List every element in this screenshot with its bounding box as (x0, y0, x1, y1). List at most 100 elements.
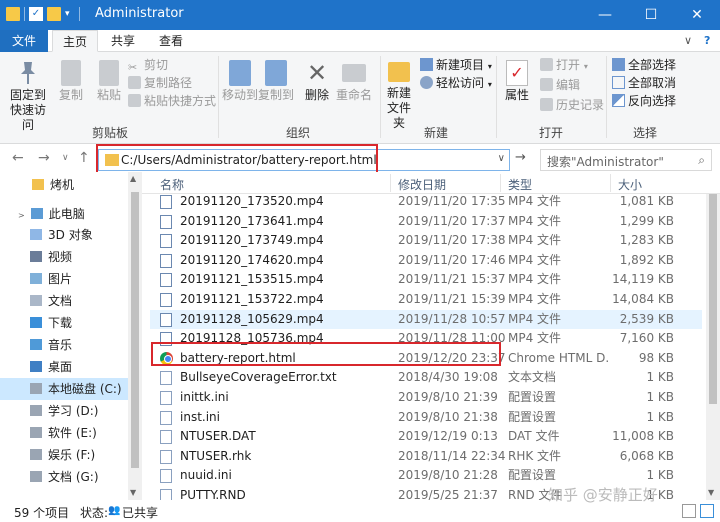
nav-item-desktop[interactable]: 桌面 (0, 356, 128, 378)
paste-button[interactable]: 粘贴 (94, 56, 124, 103)
nav-item-drive-d[interactable]: 学习 (D:) (0, 400, 128, 422)
nav-item-downloads[interactable]: 下载 (0, 312, 128, 334)
forward-arrow-icon[interactable]: → (38, 150, 50, 166)
invert-selection-button[interactable]: 反向选择 (612, 92, 676, 110)
scroll-down-icon[interactable]: ▼ (130, 488, 136, 497)
go-arrow-icon[interactable]: → (515, 150, 526, 165)
nav-label: 文档 (48, 294, 73, 308)
properties-check-icon[interactable]: ✓ (29, 7, 43, 21)
details-view-icon[interactable] (682, 504, 696, 518)
column-date[interactable]: 修改日期 (398, 176, 446, 193)
new-folder-button[interactable]: 新建 文件夹 (382, 56, 416, 131)
scroll-thumb[interactable] (709, 194, 717, 404)
file-list-scrollbar[interactable]: ▲ ▼ (706, 172, 720, 500)
video-icon (30, 251, 42, 262)
chevron-down-icon[interactable]: ∨ (498, 153, 505, 164)
history-button[interactable]: 历史记录 (540, 96, 604, 114)
file-row[interactable]: 20191120_173641.mp4 2019/11/20 17:37 MP4 文… (150, 212, 702, 232)
pin-label-1: 固定到 (9, 88, 46, 102)
maximize-button[interactable]: ☐ (628, 0, 674, 30)
move-to-button[interactable]: 移动到 (222, 56, 258, 103)
select-all-button[interactable]: 全部选择 (612, 56, 676, 74)
file-row[interactable]: 20191120_173749.mp4 2019/11/20 17:38 MP4 文… (150, 231, 702, 251)
history-label: 历史记录 (556, 98, 605, 112)
tab-home[interactable]: 主页 (52, 30, 98, 52)
file-row[interactable]: 20191121_153722.mp4 2019/11/21 15:39 MP4 文… (150, 290, 702, 310)
easy-access-button[interactable]: 轻松访问 ▾ (420, 74, 492, 92)
file-size: 1,299 KB (619, 213, 674, 228)
copy-to-button[interactable]: 复制到 (258, 56, 294, 103)
rename-button[interactable]: 重命名 (336, 56, 372, 103)
scroll-thumb[interactable] (131, 192, 139, 468)
file-row[interactable]: battery-report.html 2019/12/20 23:37 Chrom… (150, 349, 702, 369)
nav-item-drive-e[interactable]: 软件 (E:) (0, 422, 128, 444)
paste-shortcut-button[interactable]: 粘贴快捷方式 (128, 92, 216, 110)
file-row[interactable]: inittk.ini 2019/8/10 21:39 配置设置 1 KB (150, 388, 702, 408)
copy-path-button[interactable]: 复制路径 (128, 74, 192, 92)
help-icon[interactable]: ? (704, 34, 710, 47)
file-name: 20191121_153515.mp4 (180, 272, 324, 287)
up-arrow-icon[interactable]: ↑ (78, 150, 90, 166)
back-arrow-icon[interactable]: ← (12, 150, 24, 166)
address-path[interactable]: C:/Users/Administrator/battery-report.ht… (121, 153, 377, 167)
scroll-up-icon[interactable]: ▲ (130, 174, 136, 183)
close-button[interactable]: ✕ (674, 0, 720, 30)
nav-item-pictures[interactable]: 图片 (0, 268, 128, 290)
new-item-button[interactable]: 新建项目 ▾ (420, 56, 492, 74)
column-size[interactable]: 大小 (618, 176, 642, 193)
nav-item-documents[interactable]: 文档 (0, 290, 128, 312)
minimize-button[interactable]: — (582, 0, 628, 30)
search-icon[interactable]: ⌕ (698, 153, 705, 168)
file-row[interactable]: 20191120_173520.mp4 2019/11/20 17:35 MP4 文… (150, 192, 702, 212)
nav-label: 3D 对象 (48, 228, 93, 242)
search-input[interactable]: 搜索"Administrator" ⌕ (540, 149, 712, 171)
file-row[interactable]: BullseyeCoverageError.txt 2018/4/30 19:08… (150, 368, 702, 388)
tab-file[interactable]: 文件 (0, 30, 48, 52)
column-type[interactable]: 类型 (508, 176, 532, 193)
divider (24, 7, 25, 21)
collapse-ribbon-icon[interactable]: ∨ (684, 34, 692, 47)
scroll-down-icon[interactable]: ▼ (708, 488, 714, 497)
delete-button[interactable]: ✕ 删除 (302, 56, 332, 103)
divider[interactable] (610, 174, 611, 192)
properties-button[interactable]: ✓ 属性 (500, 56, 534, 103)
select-none-button[interactable]: 全部取消 (612, 74, 676, 92)
file-row[interactable]: NTUSER.DAT 2019/12/19 0:13 DAT 文件 11,008 KB (150, 427, 702, 447)
large-icons-view-icon[interactable] (700, 504, 714, 518)
nav-item-music[interactable]: 音乐 (0, 334, 128, 356)
file-row[interactable]: NTUSER.rhk 2018/11/14 22:34 RHK 文件 6,068 KB (150, 447, 702, 467)
file-name: NTUSER.DAT (180, 429, 256, 444)
file-size: 1 KB (646, 409, 674, 424)
nav-pane-scrollbar[interactable]: ▲ ▼ (128, 172, 142, 500)
file-row[interactable]: 20191121_153515.mp4 2019/11/21 15:37 MP4 文… (150, 270, 702, 290)
divider[interactable] (390, 174, 391, 192)
edit-button[interactable]: 编辑 (540, 76, 580, 94)
nav-item-3d-objects[interactable]: 3D 对象 (0, 224, 128, 246)
new-folder-icon[interactable] (47, 7, 61, 21)
open-button[interactable]: 打开 ▾ (540, 56, 588, 74)
file-row[interactable]: 20191120_174620.mp4 2019/11/20 17:46 MP4 文… (150, 251, 702, 271)
tab-share[interactable]: 共享 (104, 30, 142, 52)
copy-path-label: 复制路径 (144, 76, 193, 90)
nav-item-this-pc[interactable]: > 此电脑 (0, 203, 128, 225)
address-bar[interactable]: C:/Users/Administrator/battery-report.ht… (98, 149, 510, 171)
file-row[interactable]: 20191128_105629.mp4 2019/11/28 10:57 MP4 文… (150, 309, 702, 330)
file-name: 20191128_105736.mp4 (180, 331, 324, 346)
nav-item-video[interactable]: 视频 (0, 246, 128, 268)
file-row[interactable]: 20191128_105736.mp4 2019/11/28 11:00 MP4 文… (150, 329, 702, 349)
customize-toolbar-icon[interactable]: ▾ (65, 7, 75, 21)
tab-view[interactable]: 查看 (152, 30, 190, 52)
nav-item-drive-c[interactable]: 本地磁盘 (C:) (0, 378, 128, 400)
nav-item-folder-0[interactable]: 烤机 (0, 174, 128, 196)
nav-item-drive-g[interactable]: 文档 (G:) (0, 466, 128, 488)
pin-quick-access-button[interactable]: 固定到 快速访问 (6, 56, 50, 133)
nav-item-drive-f[interactable]: 娱乐 (F:) (0, 444, 128, 466)
file-row[interactable]: inst.ini 2019/8/10 21:38 配置设置 1 KB (150, 408, 702, 428)
column-name[interactable]: 名称 (160, 176, 184, 193)
divider[interactable] (500, 174, 501, 192)
file-icon (160, 371, 172, 386)
copy-to-icon (265, 60, 287, 86)
cut-button[interactable]: ✂ 剪切 (128, 56, 168, 74)
recent-locations-chevron-icon[interactable]: ∨ (62, 153, 69, 163)
copy-button[interactable]: 复制 (56, 56, 86, 103)
